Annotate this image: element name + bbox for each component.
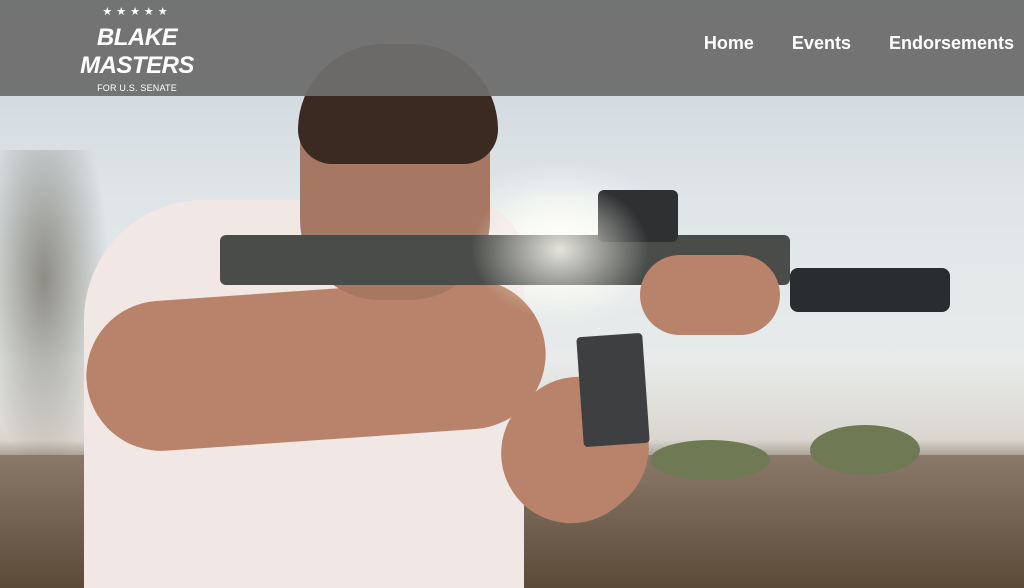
logo-stars: ★★★★★ (102, 5, 172, 18)
nav-endorsements-link[interactable]: Endorsements (889, 30, 1014, 56)
main-nav: Home Events Endorsements (666, 30, 1014, 56)
nav-home-link[interactable]: Home (704, 30, 754, 56)
rifle-suppressor (790, 268, 950, 312)
bush (810, 425, 920, 475)
nav-events-link[interactable]: Events (792, 30, 851, 56)
bush (650, 440, 770, 480)
site-header: ★★★★★ BLAKE MASTERS FOR U.S. SENATE Home… (0, 0, 1024, 96)
person-hand (640, 255, 780, 335)
logo-name: BLAKE MASTERS (80, 24, 194, 79)
page: ★★★★★ BLAKE MASTERS FOR U.S. SENATE Home… (0, 0, 1024, 588)
logo-subtitle: FOR U.S. SENATE (97, 83, 177, 93)
sun-glare (470, 180, 650, 320)
rifle-magazine (576, 332, 650, 448)
site-logo[interactable]: ★★★★★ BLAKE MASTERS FOR U.S. SENATE (44, 6, 230, 94)
